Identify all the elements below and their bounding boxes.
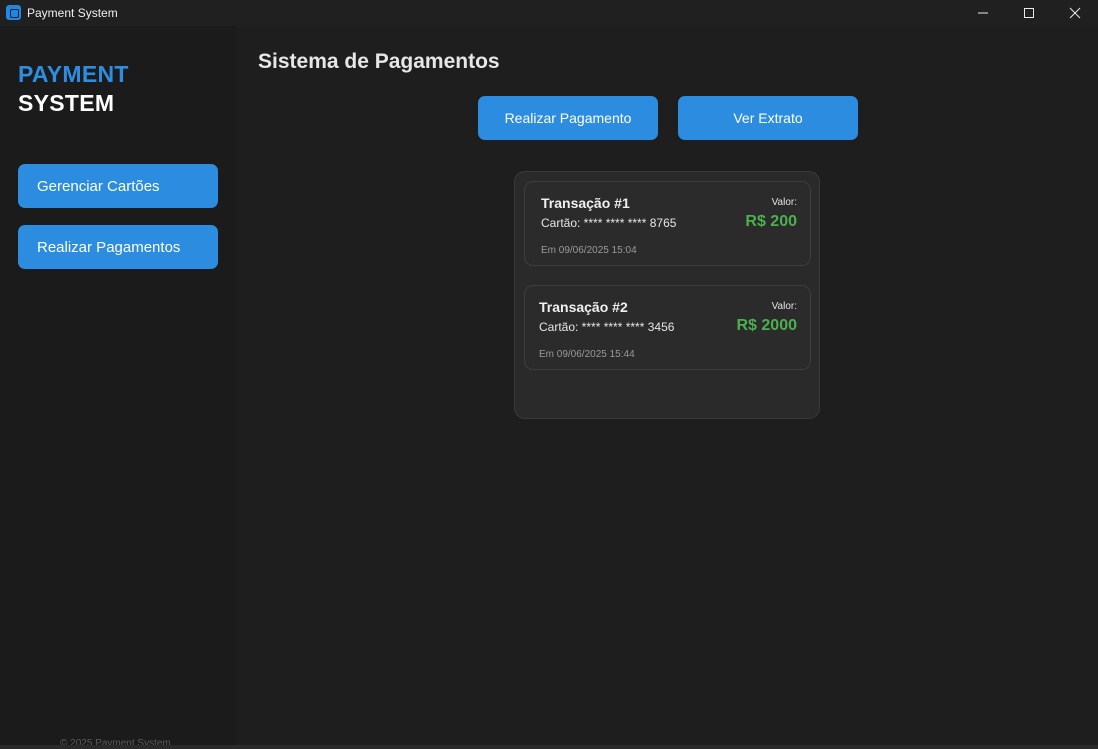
window-bottom-edge — [0, 745, 1098, 749]
make-payments-button[interactable]: Realizar Pagamentos — [18, 225, 218, 269]
logo-text-payment: PAYMENT — [18, 61, 129, 87]
make-payment-button[interactable]: Realizar Pagamento — [478, 96, 658, 140]
transaction-title: Transação #2 — [539, 299, 628, 315]
transaction-value-label: Valor: — [771, 197, 797, 208]
sidebar: PAYMENT SYSTEM Gerenciar Cartões Realiza… — [0, 26, 236, 749]
transaction-card: Transação #1 Valor: Cartão: **** **** **… — [524, 181, 811, 266]
title-bar: Payment System — [0, 0, 1098, 26]
transactions-panel[interactable]: Transação #1 Valor: Cartão: **** **** **… — [514, 171, 820, 419]
transaction-title: Transação #1 — [541, 195, 630, 211]
main-content: Sistema de Pagamentos Realizar Pagamento… — [236, 26, 1098, 745]
maximize-icon — [1024, 8, 1034, 18]
view-statement-button[interactable]: Ver Extrato — [678, 96, 858, 140]
transaction-amount: R$ 200 — [745, 213, 797, 230]
logo-text-system: SYSTEM — [18, 90, 115, 116]
window-title: Payment System — [27, 6, 118, 20]
close-icon — [1069, 7, 1081, 19]
transaction-card: Transação #2 Valor: Cartão: **** **** **… — [524, 285, 811, 370]
manage-cards-button[interactable]: Gerenciar Cartões — [18, 164, 218, 208]
transaction-card-number: Cartão: **** **** **** 3456 — [539, 320, 675, 334]
close-button[interactable] — [1052, 0, 1098, 26]
transaction-card-number: Cartão: **** **** **** 8765 — [541, 216, 677, 230]
maximize-button[interactable] — [1006, 0, 1052, 26]
transaction-date: Em 09/06/2025 15:44 — [539, 349, 635, 360]
transaction-date: Em 09/06/2025 15:04 — [541, 245, 637, 256]
app-icon — [6, 5, 21, 20]
minimize-button[interactable] — [960, 0, 1006, 26]
transaction-amount: R$ 2000 — [736, 317, 798, 334]
minimize-icon — [978, 12, 988, 14]
transaction-value-label: Valor: — [771, 301, 797, 312]
page-title: Sistema de Pagamentos — [258, 50, 500, 73]
